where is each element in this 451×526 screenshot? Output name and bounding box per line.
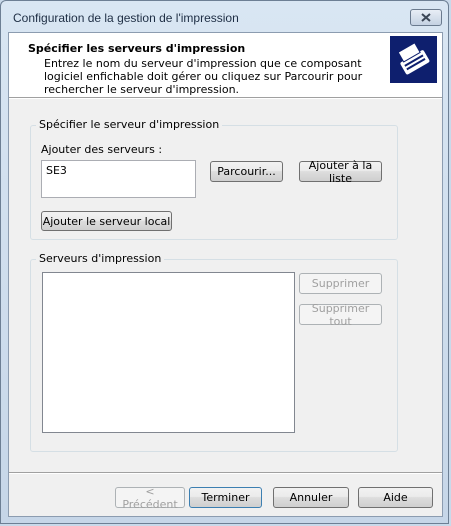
wizard-header: Spécifier les serveurs d'impression Entr… <box>9 33 442 97</box>
print-management-dialog: Configuration de la gestion de l'impress… <box>0 0 449 524</box>
footer-divider-highlight <box>9 473 442 474</box>
close-button[interactable] <box>410 9 442 26</box>
help-button[interactable]: Aide <box>358 487 433 508</box>
printer-icon <box>390 36 437 83</box>
remove-all-button[interactable]: Supprimer tout <box>299 302 382 328</box>
specify-server-group: Spécifier le serveur d'impression Ajoute… <box>30 118 398 240</box>
title-bar: Configuration de la gestion de l'impress… <box>1 1 448 33</box>
remove-button[interactable]: Supprimer <box>299 273 382 294</box>
print-servers-list[interactable] <box>42 272 295 433</box>
print-servers-group-label: Serveurs d'impression <box>36 252 165 265</box>
add-to-list-button[interactable]: Ajouter à la liste <box>299 159 382 185</box>
close-icon <box>421 13 431 22</box>
print-servers-group: Serveurs d'impression Supprimer Supprime… <box>30 252 398 452</box>
window-title: Configuration de la gestion de l'impress… <box>13 11 239 25</box>
header-description: Entrez le nom du serveur d'impression qu… <box>44 57 363 96</box>
browse-button[interactable]: Parcourir... <box>210 161 283 182</box>
add-local-server-button[interactable]: Ajouter le serveur local <box>41 211 172 231</box>
header-title: Spécifier les serveurs d'impression <box>28 42 246 55</box>
specify-server-group-label: Spécifier le serveur d'impression <box>36 118 223 131</box>
previous-button[interactable]: < Précédent <box>115 485 185 511</box>
finish-button[interactable]: Terminer <box>189 487 262 508</box>
cancel-button[interactable]: Annuler <box>273 487 349 508</box>
add-servers-label: Ajouter des serveurs : <box>41 143 163 156</box>
header-divider-highlight <box>9 98 442 99</box>
server-name-input[interactable]: SE3 <box>41 160 196 198</box>
dialog-client-area: Spécifier les serveurs d'impression Entr… <box>8 32 443 517</box>
